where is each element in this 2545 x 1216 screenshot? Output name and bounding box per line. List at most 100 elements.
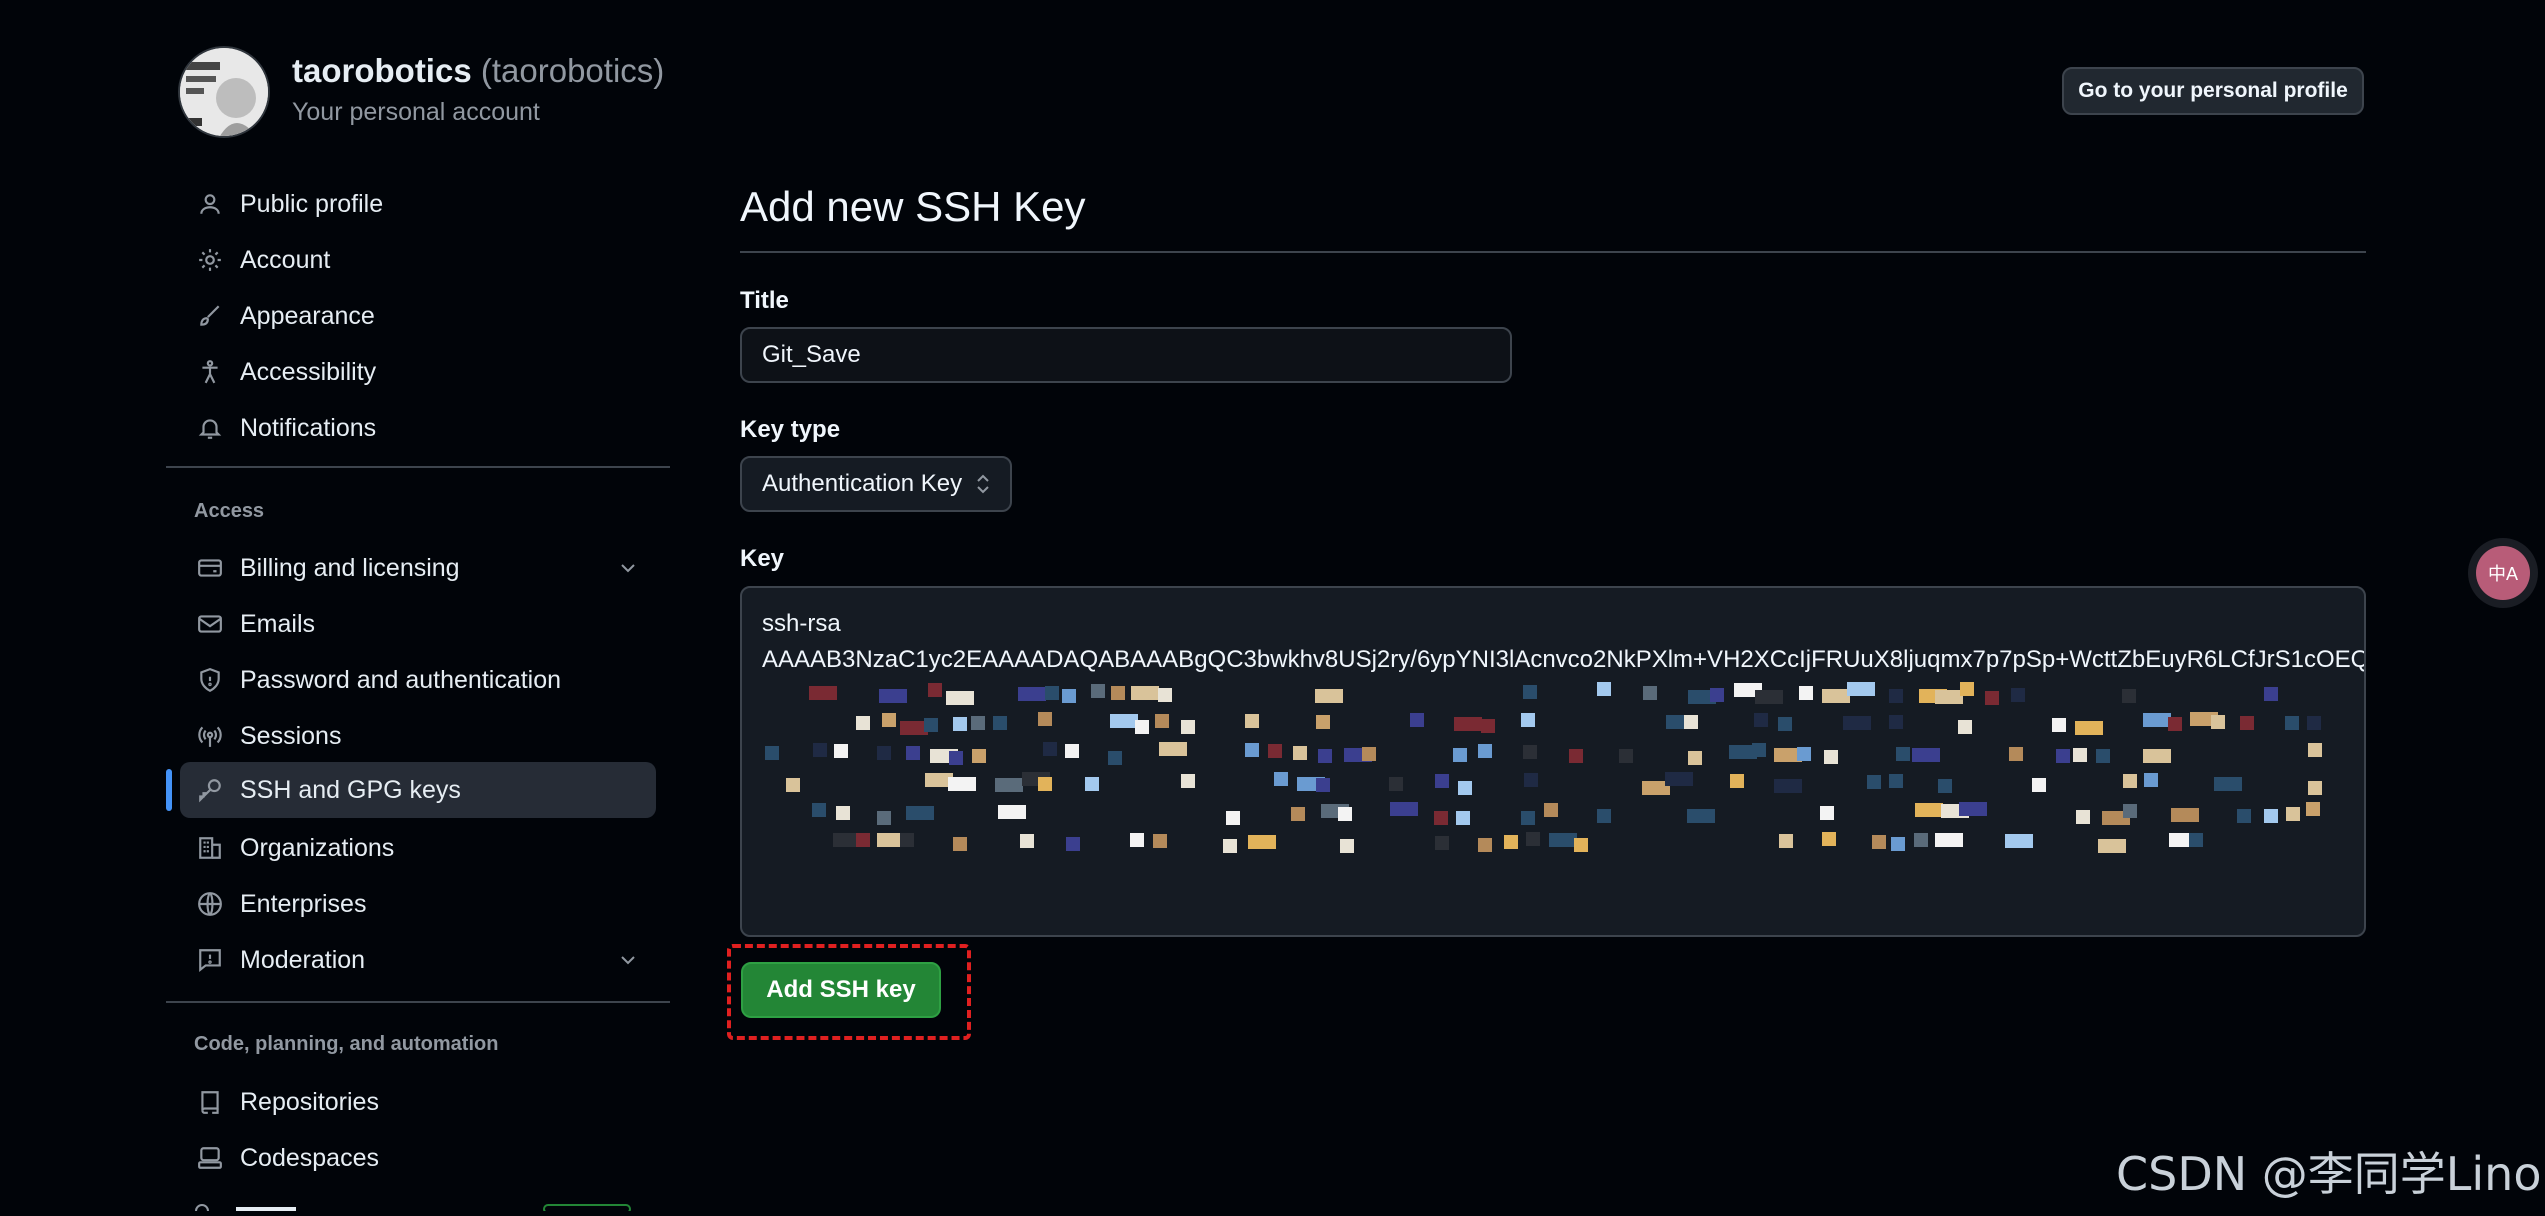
redaction-pixel [1526,832,1540,846]
redaction-pixel [1687,809,1715,823]
redaction-pixel [2076,810,2090,824]
redaction-pixel [1914,833,1928,847]
sidebar-item-label: Repositories [240,1087,379,1116]
title-label: Title [740,287,789,314]
translate-icon[interactable]: 中A [2476,546,2530,600]
redaction-pixel [1935,690,1963,704]
redaction-pixel [2285,716,2299,730]
account-login: (taorobotics) [480,52,665,89]
sidebar-item-appearance[interactable]: Appearance [180,288,656,344]
redaction-pixel [1458,781,1472,795]
redaction-pixel [1985,691,1999,705]
sidebar-item-password-authentication[interactable]: Password and authentication [180,652,656,708]
redaction-pixel [856,716,870,730]
redaction-pixel [1774,779,1802,793]
redaction-pixel [1338,807,1352,821]
redaction-pixel [1481,719,1495,733]
globe-icon [180,891,240,917]
mail-icon [180,611,240,637]
redaction-pixel [836,806,850,820]
sidebar-item-public-profile[interactable]: Public profile [180,176,656,232]
redaction-pixel [1062,689,1076,703]
redaction-pixel [1108,751,1122,765]
redaction-pixel [2073,748,2087,762]
redaction-pixel [1245,743,1259,757]
sidebar-item-billing[interactable]: Billing and licensing [180,540,656,596]
redaction-pixel [834,744,848,758]
redaction-pixel [1959,802,1987,816]
redaction-pixel [2286,807,2300,821]
sidebar-item-label: Organizations [240,833,395,862]
redaction-pixel [1318,749,1332,763]
sidebar-item-label: Accessibility [240,357,377,386]
sidebar-item-codespaces[interactable]: Codespaces [180,1130,656,1186]
watermark: CSDN @李同学Lino [2116,1147,2542,1201]
redaction-pixel [1569,749,1583,763]
redaction-pixel [882,713,896,727]
redaction-pixel [2143,713,2171,727]
redaction-pixel [1504,835,1518,849]
sidebar-item-notifications[interactable]: Notifications [180,400,656,456]
redaction-pixel [1315,689,1343,703]
redaction-pixel [1435,836,1449,850]
redaction-pixel [1274,772,1288,786]
person-icon [180,191,240,217]
redaction-pixel [1824,750,1838,764]
paintbrush-icon [180,303,240,329]
sidebar-item-label: Sessions [240,721,342,750]
sidebar-item-organizations[interactable]: Organizations [180,820,656,876]
go-to-profile-button[interactable]: Go to your personal profile [2062,67,2364,115]
redaction-pixel [1454,717,1482,731]
redaction-pixel [1544,803,1558,817]
redaction-pixel [2098,839,2126,853]
add-ssh-key-button[interactable]: Add SSH key [741,962,941,1018]
avatar[interactable] [178,46,270,138]
redaction-pixel [2123,804,2137,818]
chevron-down-icon[interactable] [616,556,640,580]
key-textarea[interactable]: ssh-rsa AAAAB3NzaC1yc2EAAAADAQABAAABgQC3… [740,586,2366,937]
redaction-pixel [1958,720,1972,734]
title-input[interactable]: Git_Save [740,327,1512,383]
redaction-pixel [879,689,907,703]
repo-icon [180,1089,240,1115]
sidebar-item-label: Password and authentication [240,665,562,694]
sidebar-item-label: Billing and licensing [240,553,460,582]
sidebar-item-ssh-gpg-keys[interactable]: SSH and GPG keys [180,762,656,818]
redaction-pixel [1960,682,1974,696]
redaction-pixel [2011,688,2025,702]
redaction-pixel [1912,748,1940,762]
redaction-pixel [2237,809,2251,823]
redaction-pixel [2168,717,2182,731]
redaction-pixel [2264,809,2278,823]
redaction-pixel [1867,775,1881,789]
account-name[interactable]: taorobotics (taorobotics) [292,52,664,90]
redaction-pixel [1245,714,1259,728]
redaction-pixel [2189,833,2203,847]
redaction-pixel [1456,811,1470,825]
sidebar-item-sessions[interactable]: Sessions [180,708,656,764]
redaction-pixel [1752,743,1766,757]
redaction-pixel [1340,839,1354,853]
redaction-pixel [1153,834,1167,848]
redaction-pixel [856,833,870,847]
redaction-pixel [1619,749,1633,763]
redaction-pixel [948,777,976,791]
key-type-select[interactable]: Authentication Key [740,456,1012,512]
sidebar-item-accessibility[interactable]: Accessibility [180,344,656,400]
redaction-pixel [1478,838,1492,852]
sidebar-item-account[interactable]: Account [180,232,656,288]
sidebar-item-moderation[interactable]: Moderation [180,932,656,988]
redaction-pixel [1843,716,1871,730]
redaction-pixel [1291,807,1305,821]
redaction-pixel [953,717,967,731]
redaction-pixel [1038,777,1052,791]
redaction-pixel [1915,803,1943,817]
redaction-pixel [1779,834,1793,848]
redaction-pixel [1111,686,1125,700]
redaction-pixel [2096,749,2110,763]
chevron-down-icon[interactable] [616,948,640,972]
sidebar-item-enterprises[interactable]: Enterprises [180,876,656,932]
sidebar-item-repositories[interactable]: Repositories [180,1074,656,1130]
sidebar-item-emails[interactable]: Emails [180,596,656,652]
redaction-pixel [1730,774,1744,788]
